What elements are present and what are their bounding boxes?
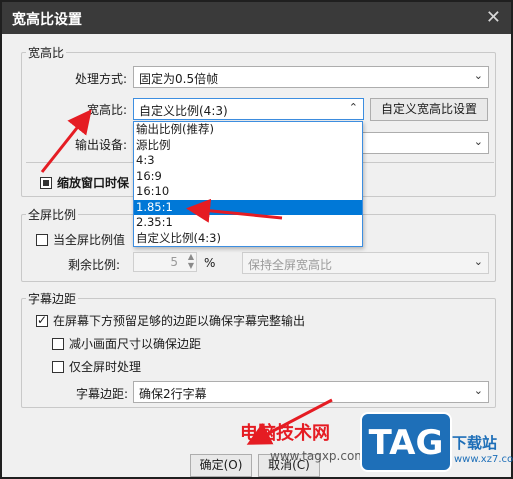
processing-value: 固定为0.5倍帧 — [139, 72, 219, 86]
zoom-window-check[interactable]: 缩放窗口时保 — [40, 174, 129, 191]
fullscreen-only-label: 仅全屏时处理 — [69, 360, 142, 374]
remaining-label: 剩余比例: — [67, 258, 120, 272]
dropdown-option[interactable]: 4:3 — [134, 153, 362, 169]
checkbox[interactable] — [52, 360, 64, 373]
checkbox[interactable] — [40, 176, 52, 189]
chevron-down-icon: ⌄ — [473, 255, 483, 268]
aspect-group-label: 宽高比 — [26, 44, 67, 61]
dropdown-option[interactable]: 16:10 — [134, 184, 362, 200]
spinner-arrows-icon[interactable]: ▲ ▼ — [188, 252, 194, 270]
processing-select[interactable]: 固定为0.5倍帧 ⌄ — [133, 66, 489, 88]
dropdown-option[interactable]: 源比例 — [134, 138, 362, 154]
processing-label: 处理方式: — [74, 72, 127, 86]
reserve-margin-check[interactable]: 在屏幕下方预留足够的边距以确保字幕完整输出 — [36, 312, 305, 329]
margin-value: 确保2行字幕 — [139, 387, 207, 401]
dropdown-option[interactable]: 输出比例(推荐) — [134, 122, 362, 138]
keep-fullscreen-value: 保持全屏宽高比 — [248, 258, 333, 272]
remaining-value: 5 — [170, 255, 178, 269]
output-device-label: 输出设备: — [74, 138, 127, 152]
subtitle-group-label: 字幕边距 — [26, 290, 79, 307]
fullscreen-value-label: 当全屏比例值 — [53, 233, 126, 247]
fullscreen-only-check[interactable]: 仅全屏时处理 — [52, 358, 141, 375]
fullscreen-value-check[interactable]: 当全屏比例值 — [36, 231, 125, 248]
chevron-down-icon: ⌄ — [473, 69, 483, 82]
dropdown-option[interactable]: 2.35:1 — [134, 215, 362, 231]
window-title: 宽高比设置 — [12, 12, 82, 28]
chevron-down-icon: ⌄ — [473, 135, 483, 148]
watermark-side-text: 下载站 — [452, 434, 498, 452]
checkbox[interactable] — [36, 313, 48, 327]
fullscreen-group-label: 全屏比例 — [26, 206, 79, 223]
margin-select[interactable]: 确保2行字幕 ⌄ — [133, 381, 489, 403]
watermark-url: www.tagxp.com — [270, 449, 366, 463]
checkbox[interactable] — [52, 337, 64, 350]
aspect-dropdown-list: 输出比例(推荐) 源比例 4:3 16:9 16:10 1.85:1 2.35:1 自定义比例… — [133, 121, 363, 247]
ok-button[interactable]: 确定(O) — [190, 454, 252, 477]
dropdown-option[interactable]: 16:9 — [134, 169, 362, 185]
watermark-logo: TAG — [360, 412, 452, 472]
aspect-select[interactable]: 自定义比例(4:3) ⌃ — [133, 98, 364, 120]
checkbox[interactable] — [36, 233, 48, 246]
watermark-side-url: www.xz7.com — [454, 454, 513, 465]
keep-fullscreen-select[interactable]: 保持全屏宽高比 ⌄ — [242, 252, 489, 274]
title-bar: 宽高比设置 ✕ — [2, 2, 511, 34]
aspect-label: 宽高比: — [86, 103, 127, 117]
reduce-size-label: 减小画面尺寸以确保边距 — [69, 337, 202, 351]
zoom-window-label: 缩放窗口时保 — [57, 176, 130, 190]
aspect-value: 自定义比例(4:3) — [139, 104, 228, 118]
watermark-text: 电脑技术网 — [240, 423, 330, 444]
custom-aspect-button[interactable]: 自定义宽高比设置 — [370, 98, 488, 121]
dropdown-option[interactable]: 自定义比例(4:3) — [134, 231, 362, 247]
margin-label: 字幕边距: — [75, 387, 128, 401]
reserve-margin-label: 在屏幕下方预留足够的边距以确保字幕完整输出 — [53, 314, 306, 328]
dialog-window: 宽高比设置 ✕ 宽高比 处理方式: 固定为0.5倍帧 ⌄ 宽高比: 自定义比例(… — [0, 0, 513, 479]
close-icon[interactable]: ✕ — [486, 7, 501, 28]
remaining-spinner[interactable]: 5 ▲ ▼ — [133, 252, 197, 272]
reduce-size-check[interactable]: 减小画面尺寸以确保边距 — [52, 335, 201, 352]
dropdown-option[interactable]: 1.85:1 — [134, 199, 362, 215]
percent-label: % — [204, 256, 216, 270]
chevron-up-icon: ⌃ — [348, 101, 358, 114]
chevron-down-icon: ⌄ — [473, 384, 483, 397]
